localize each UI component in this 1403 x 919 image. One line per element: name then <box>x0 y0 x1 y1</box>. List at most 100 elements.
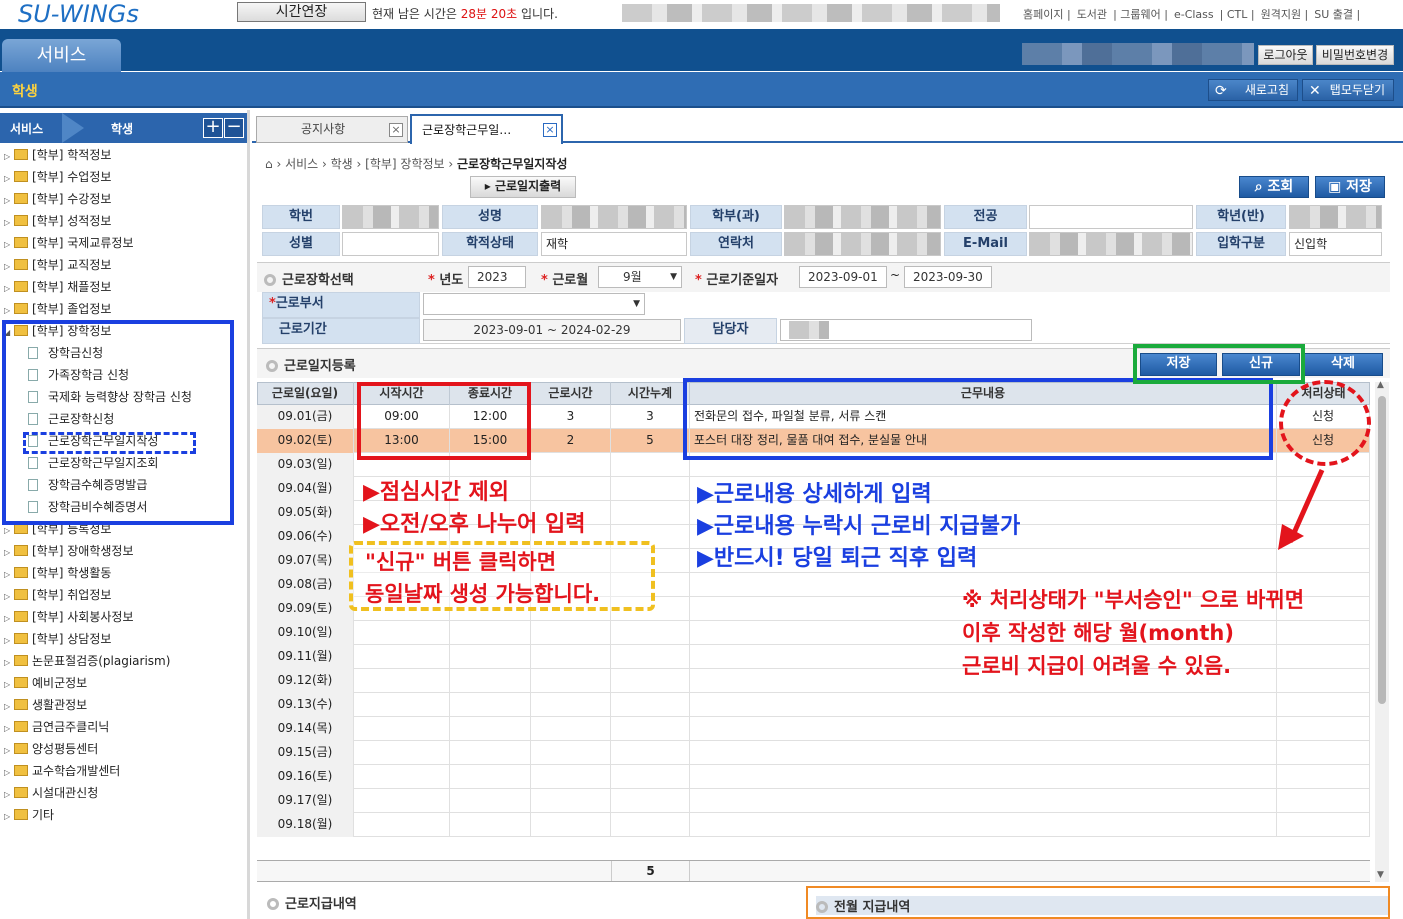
cell-cum[interactable] <box>611 765 690 789</box>
cell-hours[interactable] <box>531 453 611 477</box>
collapse-all-button[interactable]: − <box>224 118 244 138</box>
cell-status[interactable] <box>1277 741 1370 765</box>
cell-date[interactable]: 09.09(토) <box>257 597 354 621</box>
cell-status[interactable] <box>1277 621 1370 645</box>
cell-end[interactable] <box>450 717 531 741</box>
link-attendance[interactable]: SU 출결 | <box>1314 8 1360 21</box>
collapsed-icon[interactable]: ▷ <box>4 570 12 579</box>
cell-content[interactable] <box>690 741 1277 765</box>
cell-end[interactable] <box>450 813 531 837</box>
log-delete-button[interactable]: 삭제 <box>1303 353 1383 376</box>
cell-start[interactable] <box>354 717 450 741</box>
collapsed-icon[interactable]: ▷ <box>4 218 12 227</box>
cell-hours[interactable]: 2 <box>531 429 611 453</box>
tree-folder[interactable]: ▷ [학부] 성적정보 <box>4 212 111 234</box>
cell-status[interactable] <box>1277 789 1370 813</box>
tree-folder[interactable]: ▷ [학부] 국제교류정보 <box>4 234 134 256</box>
cell-status[interactable] <box>1277 813 1370 837</box>
tab-work-log[interactable]: 근로장학근무일… × <box>410 114 563 144</box>
cell-start[interactable] <box>354 693 450 717</box>
save-button[interactable]: ▣ 저장 <box>1315 176 1385 198</box>
cell-hours[interactable] <box>531 477 611 501</box>
cell-end[interactable] <box>450 693 531 717</box>
cell-hours[interactable] <box>531 789 611 813</box>
close-icon[interactable]: × <box>543 123 557 137</box>
col-date[interactable]: 근로일(요일) <box>257 382 354 405</box>
cell-status[interactable] <box>1277 717 1370 741</box>
cell-start[interactable] <box>354 765 450 789</box>
scrollbar-thumb[interactable] <box>1378 396 1386 704</box>
collapsed-icon[interactable]: ▷ <box>4 746 12 755</box>
cell-status[interactable] <box>1277 693 1370 717</box>
cell-status[interactable] <box>1277 645 1370 669</box>
cell-hours[interactable] <box>531 717 611 741</box>
collapsed-icon[interactable]: ▷ <box>4 658 12 667</box>
cell-content[interactable] <box>690 765 1277 789</box>
cell-cum[interactable]: 5 <box>611 429 690 453</box>
cell-cum[interactable] <box>611 813 690 837</box>
date-from-input[interactable]: 2023-09-01 <box>799 266 887 288</box>
col-cumulative[interactable]: 시간누계 <box>611 382 690 405</box>
logo[interactable]: SU-WINGs <box>18 0 139 28</box>
cell-date[interactable]: 09.12(화) <box>257 669 354 693</box>
collapsed-icon[interactable]: ▷ <box>4 636 12 645</box>
cell-date[interactable]: 09.18(월) <box>257 813 354 837</box>
cell-cum[interactable] <box>611 477 690 501</box>
table-row[interactable]: 09.14(목) <box>257 717 1370 741</box>
cell-cum[interactable] <box>611 669 690 693</box>
collapsed-icon[interactable]: ▷ <box>4 790 12 799</box>
tree-folder[interactable]: ▷ [학부] 학생활동 <box>4 564 111 586</box>
table-row[interactable]: 09.17(일) <box>257 789 1370 813</box>
cell-cum[interactable] <box>611 501 690 525</box>
cell-hours[interactable] <box>531 669 611 693</box>
cell-hours[interactable] <box>531 621 611 645</box>
scroll-up-icon[interactable]: ▲ <box>1377 380 1384 390</box>
cell-cum[interactable] <box>611 741 690 765</box>
cell-hours[interactable] <box>531 765 611 789</box>
cell-status[interactable] <box>1277 669 1370 693</box>
close-icon[interactable]: × <box>389 123 403 137</box>
month-select[interactable]: 9월 ▼ <box>598 266 682 288</box>
service-tab[interactable]: 서비스 <box>2 39 121 72</box>
cell-date[interactable]: 09.04(월) <box>257 477 354 501</box>
collapsed-icon[interactable]: ▷ <box>4 768 12 777</box>
cell-end[interactable] <box>450 645 531 669</box>
table-row[interactable]: 09.13(수) <box>257 693 1370 717</box>
cell-start[interactable] <box>354 813 450 837</box>
time-extend-button[interactable]: 시간연장 <box>237 2 366 22</box>
cell-date[interactable]: 09.10(일) <box>257 621 354 645</box>
refresh-button[interactable]: ⟳ 새로고침 <box>1208 79 1298 101</box>
col-hours[interactable]: 근로시간 <box>531 382 611 405</box>
cell-end[interactable] <box>450 741 531 765</box>
cell-start[interactable] <box>354 621 450 645</box>
collapsed-icon[interactable]: ▷ <box>4 548 12 557</box>
collapsed-icon[interactable]: ▷ <box>4 724 12 733</box>
collapsed-icon[interactable]: ▷ <box>4 680 12 689</box>
scroll-down-icon[interactable]: ▼ <box>1377 870 1384 880</box>
cell-end[interactable] <box>450 621 531 645</box>
cell-date[interactable]: 09.14(목) <box>257 717 354 741</box>
tree-folder[interactable]: ▷ [학부] 학적정보 <box>4 146 111 168</box>
collapsed-icon[interactable]: ▷ <box>4 262 12 271</box>
cell-date[interactable]: 09.08(금) <box>257 573 354 597</box>
tree-folder[interactable]: ▷ 논문표절검증(plagiarism) <box>4 652 170 674</box>
cell-end[interactable] <box>450 789 531 813</box>
collapsed-icon[interactable]: ▷ <box>4 152 12 161</box>
tree-folder[interactable]: ▷ [학부] 상담정보 <box>4 630 111 652</box>
tree-folder[interactable]: ▷ [학부] 사회봉사정보 <box>4 608 134 630</box>
cell-hours[interactable] <box>531 645 611 669</box>
tree-folder[interactable]: ▷ 금연금주클리닉 <box>4 718 109 740</box>
collapsed-icon[interactable]: ▷ <box>4 196 12 205</box>
cell-date[interactable]: 09.02(토) <box>257 429 354 453</box>
cell-date[interactable]: 09.01(금) <box>257 405 354 429</box>
date-to-input[interactable]: 2023-09-30 <box>904 266 992 288</box>
panel-divider[interactable] <box>247 110 250 919</box>
logout-button[interactable]: 로그아웃 <box>1258 45 1313 65</box>
cell-start[interactable] <box>354 669 450 693</box>
tab-notice[interactable]: 공지사항 × <box>256 116 408 143</box>
cell-status[interactable] <box>1277 765 1370 789</box>
print-log-button[interactable]: ▸ 근로일지출력 <box>470 176 576 198</box>
cell-hours[interactable] <box>531 741 611 765</box>
cell-content[interactable] <box>690 789 1277 813</box>
password-change-button[interactable]: 비밀번호변경 <box>1316 45 1394 65</box>
